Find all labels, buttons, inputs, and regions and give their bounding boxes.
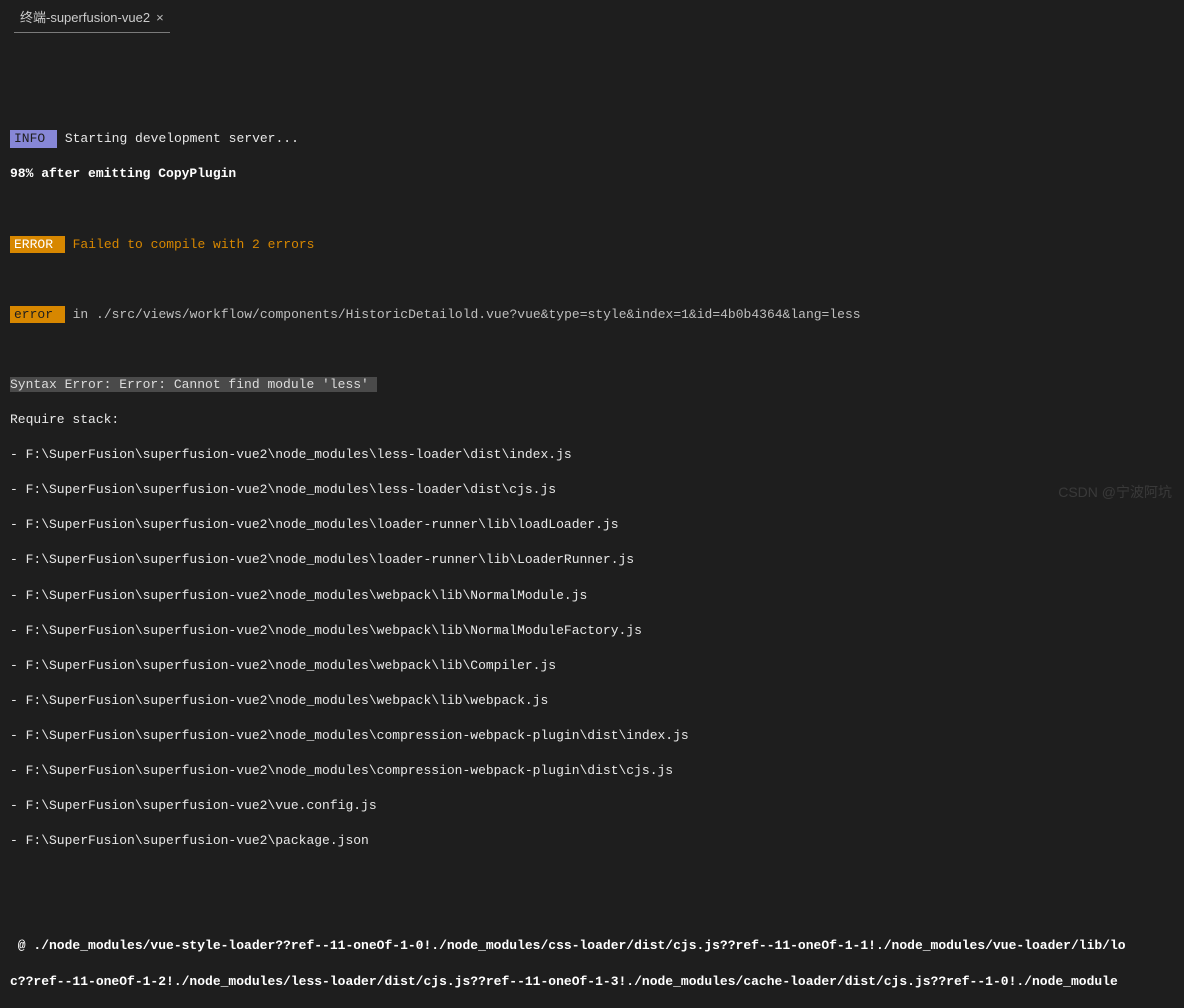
stack-line: - F:\SuperFusion\superfusion-vue2\packag… bbox=[10, 832, 1184, 850]
stack-line: - F:\SuperFusion\superfusion-vue2\node_m… bbox=[10, 727, 1184, 745]
stack-line: - F:\SuperFusion\superfusion-vue2\node_m… bbox=[10, 551, 1184, 569]
terminal-output[interactable]: INFO Starting development server... 98% … bbox=[0, 33, 1184, 1008]
tab-title: 终端-superfusion-vue2 bbox=[20, 9, 150, 27]
error-badge-caps: ERROR bbox=[10, 236, 65, 254]
footer-line: c??ref--11-oneOf-1-2!./node_modules/less… bbox=[10, 973, 1184, 991]
error-in-line: in ./src/views/workflow/components/Histo… bbox=[65, 307, 861, 322]
stack-line: - F:\SuperFusion\superfusion-vue2\node_m… bbox=[10, 446, 1184, 464]
stack-line: - F:\SuperFusion\superfusion-vue2\node_m… bbox=[10, 657, 1184, 675]
info-badge: INFO bbox=[10, 130, 57, 148]
starting-line: Starting development server... bbox=[57, 131, 299, 146]
stack-line: - F:\SuperFusion\superfusion-vue2\node_m… bbox=[10, 516, 1184, 534]
close-icon[interactable]: × bbox=[156, 9, 164, 27]
stack-line: - F:\SuperFusion\superfusion-vue2\vue.co… bbox=[10, 797, 1184, 815]
stack-line: - F:\SuperFusion\superfusion-vue2\node_m… bbox=[10, 481, 1184, 499]
footer-line: @ ./node_modules/vue-style-loader??ref--… bbox=[10, 937, 1184, 955]
error-badge: error bbox=[10, 306, 65, 324]
stack-line: - F:\SuperFusion\superfusion-vue2\node_m… bbox=[10, 762, 1184, 780]
stack-line: - F:\SuperFusion\superfusion-vue2\node_m… bbox=[10, 622, 1184, 640]
tab-bar: 终端-superfusion-vue2 × bbox=[0, 0, 1184, 33]
require-stack-label: Require stack: bbox=[10, 411, 1184, 429]
progress-line: 98% after emitting CopyPlugin bbox=[10, 165, 1184, 183]
terminal-tab[interactable]: 终端-superfusion-vue2 × bbox=[14, 6, 170, 33]
failed-line: Failed to compile with 2 errors bbox=[65, 237, 315, 252]
stack-line: - F:\SuperFusion\superfusion-vue2\node_m… bbox=[10, 587, 1184, 605]
stack-line: - F:\SuperFusion\superfusion-vue2\node_m… bbox=[10, 692, 1184, 710]
syntax-error-line: Syntax Error: Error: Cannot find module … bbox=[10, 377, 377, 392]
